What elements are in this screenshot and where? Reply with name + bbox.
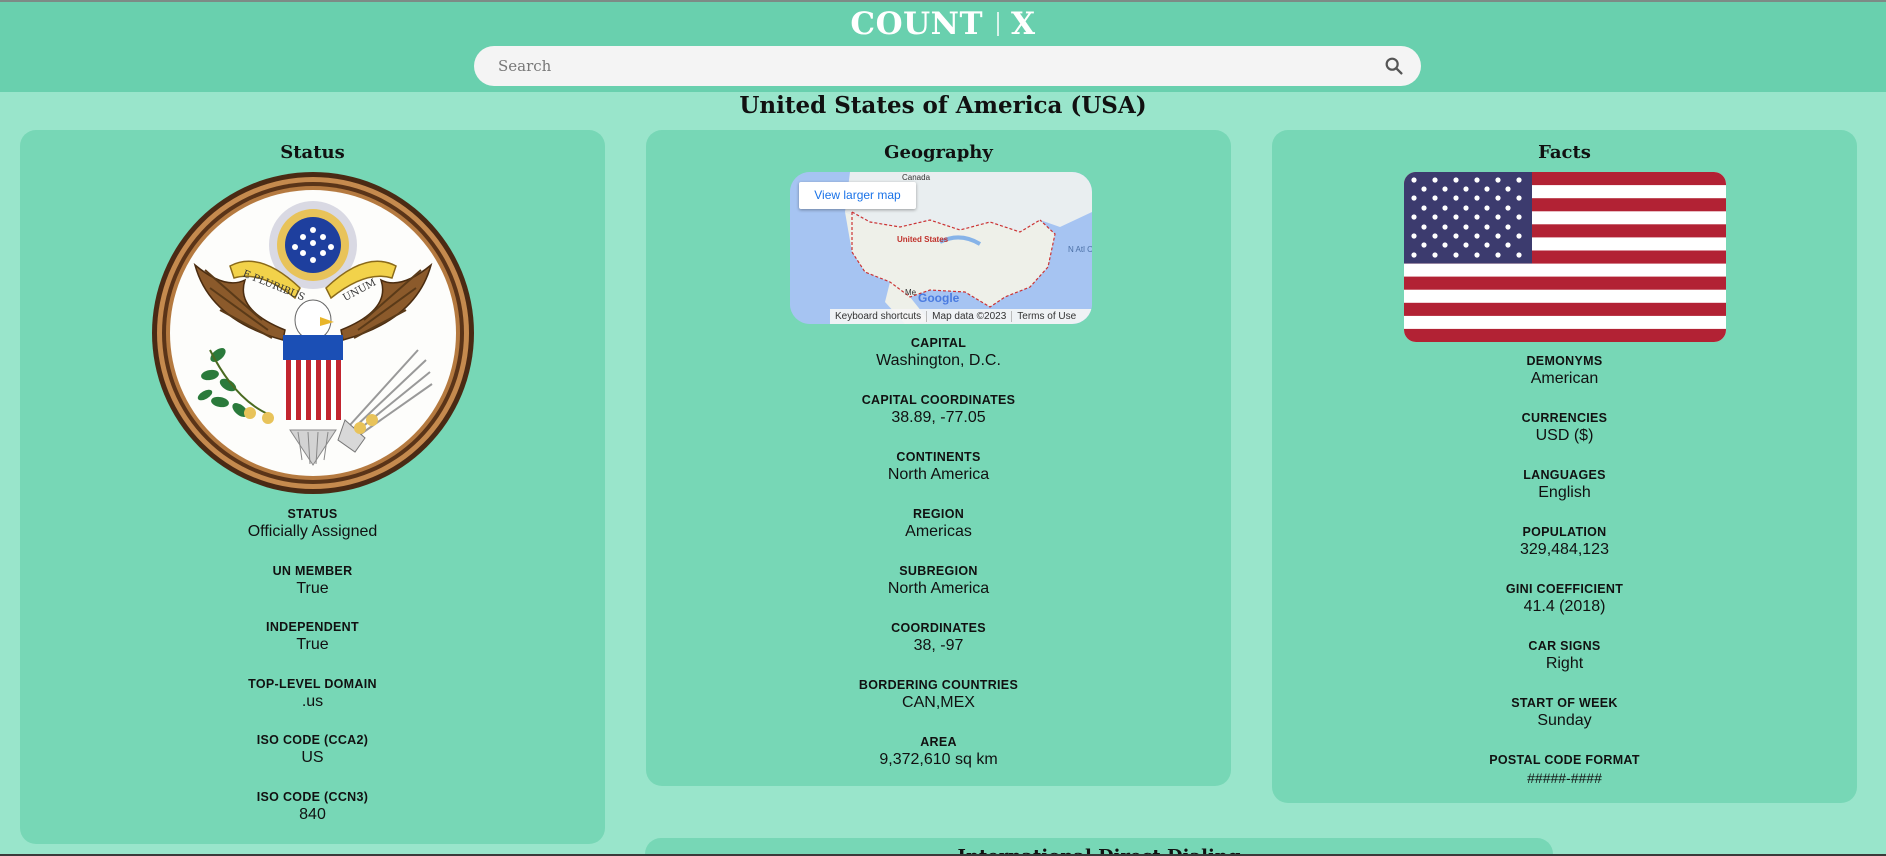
field-label: INDEPENDENT bbox=[266, 620, 359, 634]
field-car-signs: CAR SIGNS Right bbox=[1272, 638, 1857, 674]
field-label: POPULATION bbox=[1522, 525, 1607, 539]
field-label: ISO CODE (CCA2) bbox=[256, 733, 369, 747]
field-value: North America bbox=[887, 580, 990, 597]
map-google-logo: Google bbox=[918, 291, 960, 305]
map-keyboard-shortcuts-link[interactable]: Keyboard shortcuts bbox=[830, 311, 928, 322]
field-label: DEMONYMS bbox=[1526, 354, 1603, 368]
field-label: SUBREGION bbox=[899, 564, 978, 578]
field-value: 41.4 (2018) bbox=[1523, 598, 1606, 615]
field-value: Washington, D.C. bbox=[876, 352, 1001, 369]
field-value: #####-#### bbox=[1527, 770, 1602, 786]
field-label: REGION bbox=[912, 507, 965, 521]
map-label-mexico: Me bbox=[905, 288, 917, 297]
field-label: START OF WEEK bbox=[1511, 696, 1618, 710]
field-label: AREA bbox=[920, 735, 957, 749]
facts-card-title: Facts bbox=[1538, 142, 1591, 163]
field-value: Sunday bbox=[1537, 712, 1592, 729]
field-value: North America bbox=[887, 466, 990, 483]
field-independent: INDEPENDENT True bbox=[20, 619, 605, 655]
field-start-of-week: START OF WEEK Sunday bbox=[1272, 695, 1857, 731]
field-value: 9,372,610 sq km bbox=[879, 751, 998, 768]
field-label: LANGUAGES bbox=[1523, 468, 1606, 482]
field-postal-code-format: POSTAL CODE FORMAT #####-#### bbox=[1272, 752, 1857, 788]
field-label: TOP-LEVEL DOMAIN bbox=[248, 677, 377, 691]
field-label: CAR SIGNS bbox=[1528, 639, 1601, 653]
field-label: ISO CODE (CCN3) bbox=[256, 790, 369, 804]
field-value: Right bbox=[1545, 655, 1584, 672]
field-area: AREA 9,372,610 sq km bbox=[646, 734, 1231, 770]
field-bordering-countries: BORDERING COUNTRIES CAN,MEX bbox=[646, 677, 1231, 713]
field-demonyms: DEMONYMS American bbox=[1272, 353, 1857, 389]
field-value: 840 bbox=[299, 806, 326, 823]
search-icon[interactable] bbox=[1383, 55, 1405, 77]
field-currencies: CURRENCIES USD ($) bbox=[1272, 410, 1857, 446]
map-terms-link[interactable]: Terms of Use bbox=[1012, 311, 1081, 322]
field-label: COORDINATES bbox=[891, 621, 986, 635]
field-value: 329,484,123 bbox=[1520, 541, 1609, 558]
field-value: 38.89, -77.05 bbox=[891, 409, 986, 426]
field-iso-ccn3: ISO CODE (CCN3) 840 bbox=[20, 789, 605, 825]
field-value: True bbox=[296, 636, 329, 653]
field-label: UN MEMBER bbox=[272, 564, 353, 578]
field-continents: CONTINENTS North America bbox=[646, 449, 1231, 485]
map-label-usa: United States bbox=[897, 235, 949, 244]
field-label: CAPITAL COORDINATES bbox=[861, 393, 1016, 407]
field-value: USD ($) bbox=[1535, 427, 1594, 444]
geography-fields: CAPITAL Washington, D.C. CAPITAL COORDIN… bbox=[646, 335, 1231, 770]
field-gini-coefficient: GINI COEFFICIENT 41.4 (2018) bbox=[1272, 581, 1857, 617]
facts-card: Facts DEMONYMS American CURRENCIES USD (… bbox=[1272, 130, 1857, 803]
country-flag-image bbox=[1404, 172, 1726, 342]
country-title: United States of America (USA) bbox=[739, 92, 1147, 119]
field-top-level-domain: TOP-LEVEL DOMAIN .us bbox=[20, 676, 605, 712]
field-un-member: UN MEMBER True bbox=[20, 563, 605, 599]
field-value: US bbox=[301, 749, 324, 766]
field-value: 38, -97 bbox=[913, 637, 964, 654]
field-languages: LANGUAGES English bbox=[1272, 467, 1857, 503]
logo-text-right: X bbox=[1011, 6, 1036, 42]
field-label: CAPITAL bbox=[910, 336, 967, 350]
field-region: REGION Americas bbox=[646, 506, 1231, 542]
logo-text-left: COUNT bbox=[850, 6, 984, 42]
field-value: .us bbox=[301, 693, 324, 710]
field-value: True bbox=[296, 580, 329, 597]
status-card: Status E PLURIBUS UNUM STATUS Officially… bbox=[20, 130, 605, 844]
field-iso-cca2: ISO CODE (CCA2) US bbox=[20, 732, 605, 768]
top-bar: COUNT X bbox=[0, 0, 1886, 92]
geography-card-title: Geography bbox=[884, 142, 993, 163]
country-seal-image: E PLURIBUS UNUM bbox=[152, 172, 474, 494]
status-card-title: Status bbox=[280, 142, 345, 163]
field-value: English bbox=[1538, 484, 1591, 501]
field-label: BORDERING COUNTRIES bbox=[858, 678, 1019, 692]
map-label-canada: Canada bbox=[902, 173, 931, 182]
geography-card: Geography Canada United States Me N Atl … bbox=[646, 130, 1231, 786]
search-bar[interactable] bbox=[474, 46, 1421, 86]
logo-divider bbox=[997, 12, 1000, 36]
field-value: CAN,MEX bbox=[902, 694, 975, 711]
search-input[interactable] bbox=[498, 46, 1358, 86]
field-coordinates: COORDINATES 38, -97 bbox=[646, 620, 1231, 656]
field-subregion: SUBREGION North America bbox=[646, 563, 1231, 599]
field-label: CURRENCIES bbox=[1521, 411, 1608, 425]
field-capital: CAPITAL Washington, D.C. bbox=[646, 335, 1231, 371]
field-value: Americas bbox=[905, 523, 972, 540]
field-label: POSTAL CODE FORMAT bbox=[1489, 753, 1640, 767]
map-footer: Keyboard shortcuts Map data ©2023 Terms of… bbox=[830, 309, 1092, 324]
facts-fields: DEMONYMS American CURRENCIES USD ($) LAN… bbox=[1272, 353, 1857, 788]
field-capital-coordinates: CAPITAL COORDINATES 38.89, -77.05 bbox=[646, 392, 1231, 428]
map-data-attribution: Map data ©2023 bbox=[927, 311, 1013, 322]
map-label-ocean: N Atl Oc bbox=[1068, 245, 1092, 254]
embedded-map[interactable]: Canada United States Me N Atl Oc Google … bbox=[790, 172, 1092, 324]
field-label: CONTINENTS bbox=[896, 450, 981, 464]
view-larger-map-button[interactable]: View larger map bbox=[799, 182, 916, 209]
status-fields: STATUS Officially Assigned UN MEMBER Tru… bbox=[20, 506, 605, 825]
field-label: GINI COEFFICIENT bbox=[1505, 582, 1624, 596]
field-status: STATUS Officially Assigned bbox=[20, 506, 605, 542]
field-value: Officially Assigned bbox=[247, 523, 378, 540]
field-value: American bbox=[1530, 370, 1599, 387]
app-logo[interactable]: COUNT X bbox=[0, 6, 1886, 42]
field-label: STATUS bbox=[287, 507, 338, 521]
field-population: POPULATION 329,484,123 bbox=[1272, 524, 1857, 560]
